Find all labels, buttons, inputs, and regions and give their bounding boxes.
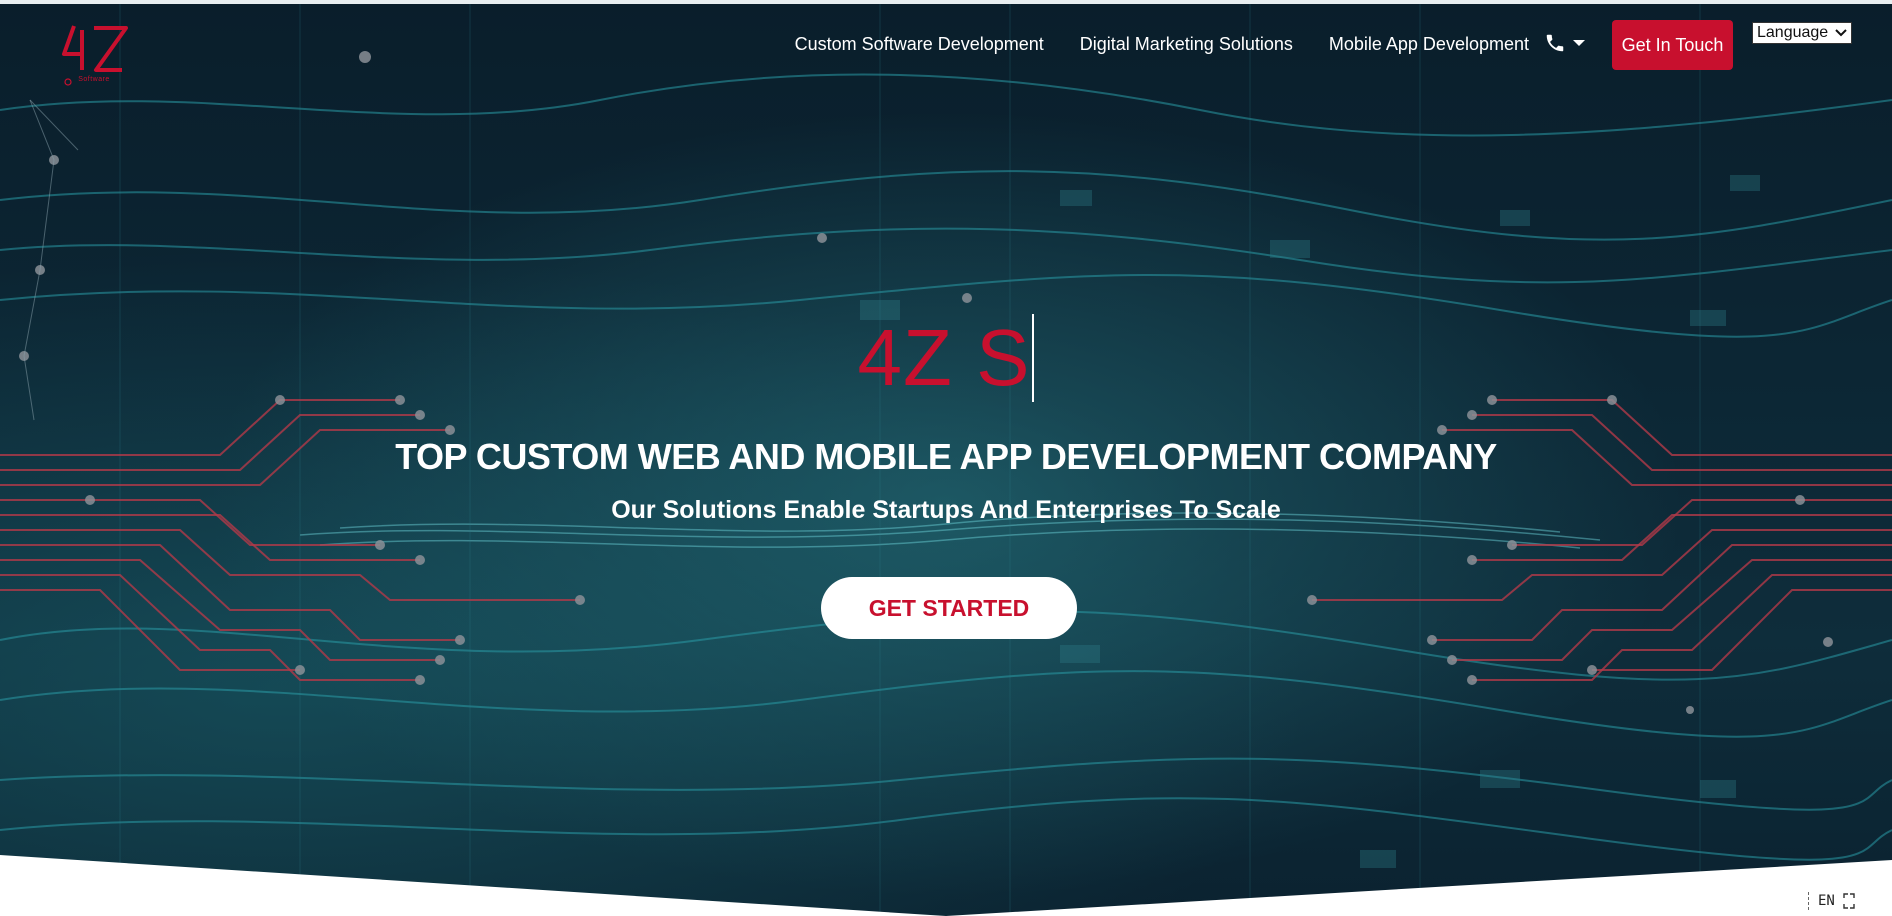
hero-headline: TOP CUSTOM WEB AND MOBILE APP DEVELOPMEN… (395, 436, 1497, 477)
page: Software Custom Software Development Dig… (0, 0, 1892, 916)
phone-icon (1546, 34, 1564, 52)
main-nav: Custom Software Development Digital Mark… (777, 30, 1547, 59)
typed-brand-text: 4Z S (0, 313, 1892, 402)
chevron-down-icon (1835, 29, 1847, 37)
nav-item-digital-marketing[interactable]: Digital Marketing Solutions (1062, 30, 1311, 59)
logo-subtitle: Software (78, 76, 110, 83)
language-select-label: Language (1757, 24, 1829, 41)
nav-item-custom-software[interactable]: Custom Software Development (777, 30, 1062, 59)
get-started-button[interactable]: GET STARTED (821, 577, 1077, 639)
hero-subheadline: Our Solutions Enable Startups And Enterp… (611, 496, 1281, 524)
chevron-down-icon (1573, 40, 1585, 46)
language-code: EN (1818, 893, 1835, 909)
phone-dropdown[interactable] (1544, 32, 1586, 54)
get-in-touch-button[interactable]: Get In Touch (1612, 20, 1733, 70)
typed-text: 4Z S (857, 313, 1031, 402)
top-border (0, 0, 1892, 4)
expand-icon[interactable] (1843, 893, 1855, 909)
nav-item-mobile-app[interactable]: Mobile App Development (1311, 30, 1547, 59)
typing-caret (1032, 313, 1035, 402)
widget-divider (1808, 892, 1810, 910)
language-select[interactable]: Language (1752, 22, 1852, 44)
language-widget[interactable]: EN (1808, 890, 1855, 912)
